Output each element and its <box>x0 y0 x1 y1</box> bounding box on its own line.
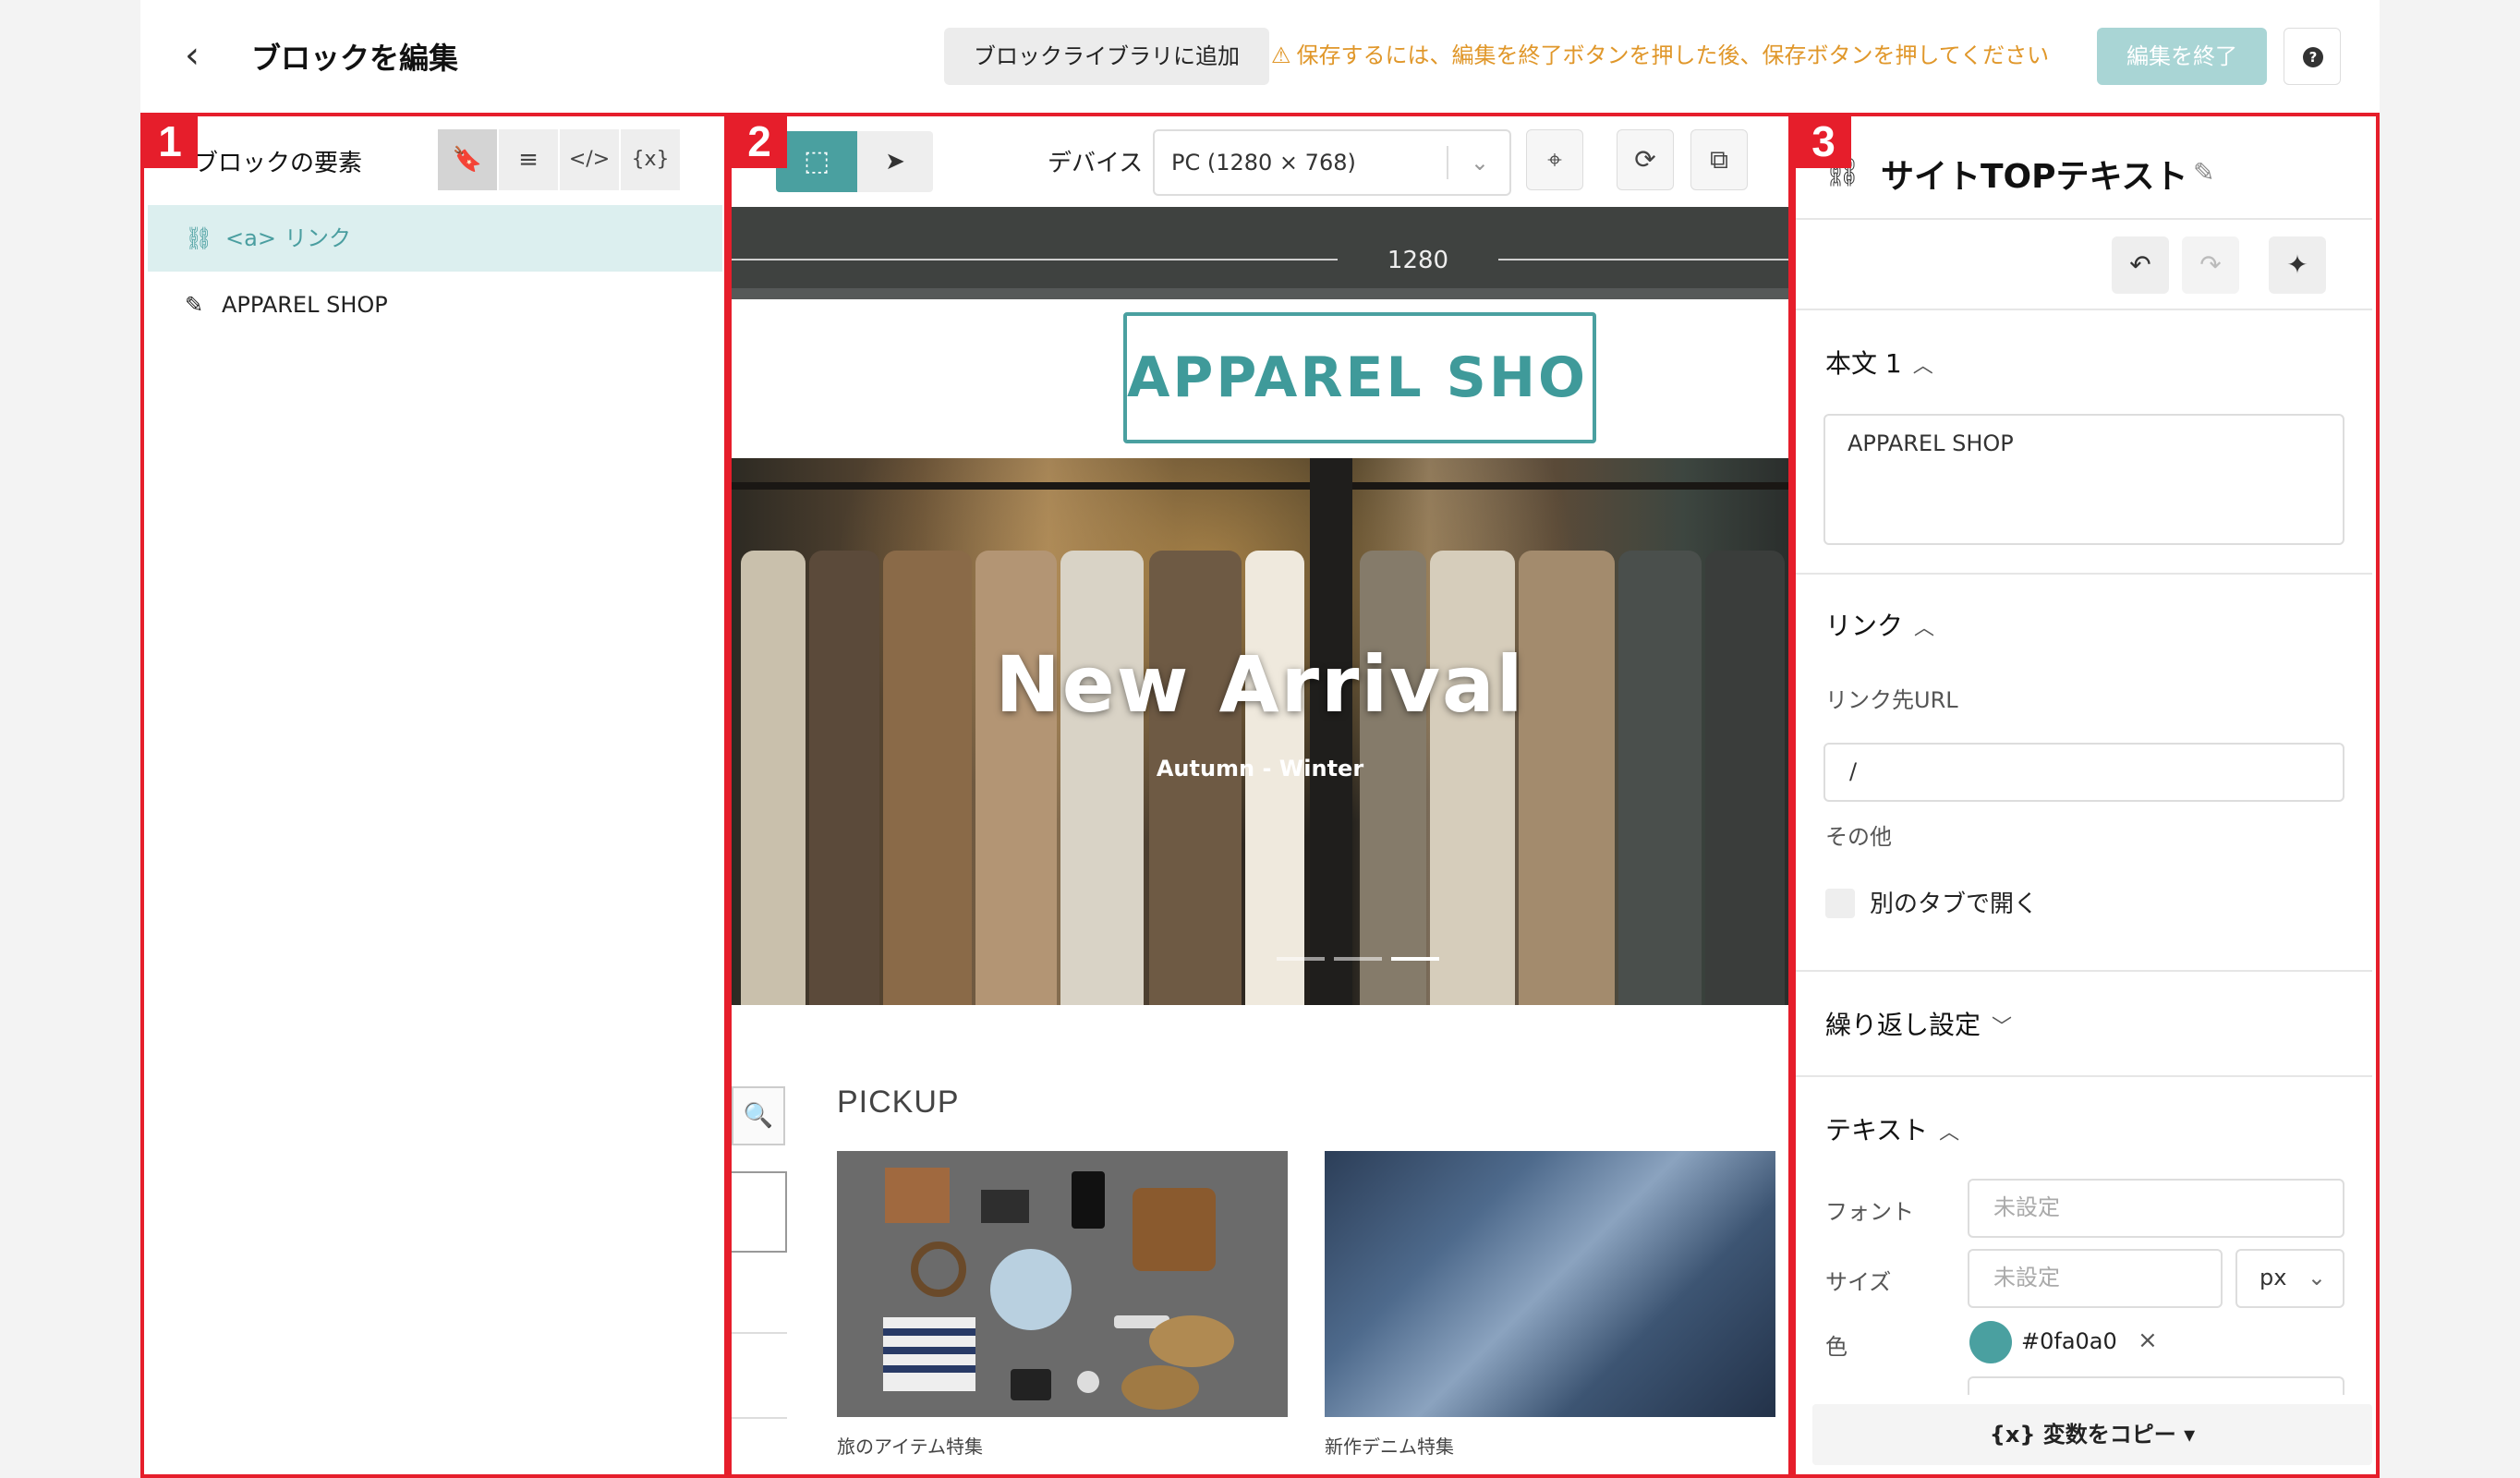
element-view-toolbar: 🔖 ≡ </> {x} <box>438 129 682 190</box>
variable-icon[interactable]: {x} <box>621 129 682 190</box>
panel-2-outline <box>728 113 1792 1478</box>
element-label: リンク <box>285 225 351 251</box>
warning-text: 保存するには、編集を終了ボタンを押した後、保存ボタンを押してください <box>1296 42 2050 68</box>
help-button[interactable]: ? <box>2284 28 2341 85</box>
page-title: ブロックを編集 <box>251 41 459 76</box>
save-warning: ⚠ 保存するには、編集を終了ボタンを押した後、保存ボタンを押してください <box>1271 39 2049 72</box>
help-icon: ? <box>2303 47 2323 67</box>
finish-editing-button[interactable]: 編集を終了 <box>2097 28 2267 85</box>
marker-2: 2 <box>732 115 787 168</box>
link-icon: ⛓ <box>185 225 213 251</box>
panel-3-outline <box>1792 113 2380 1478</box>
element-tag: <a> <box>225 225 276 251</box>
marker-1: 1 <box>142 115 198 168</box>
panel1-title: ブロックの要素 <box>194 150 363 177</box>
element-row-text[interactable]: ✎ APPAREL SHOP <box>148 272 722 338</box>
list-icon[interactable]: ≡ <box>499 129 560 190</box>
add-to-library-button[interactable]: ブロックライブラリに追加 <box>944 28 1269 85</box>
code-icon[interactable]: </> <box>560 129 621 190</box>
warning-icon: ⚠ <box>1271 42 1291 68</box>
element-label: APPAREL SHOP <box>222 292 388 318</box>
bookmark-icon[interactable]: 🔖 <box>438 129 499 190</box>
back-button[interactable]: ‹ <box>185 37 211 74</box>
element-row-link[interactable]: ⛓ <a> リンク <box>148 205 722 272</box>
pencil-icon: ✎ <box>185 292 204 318</box>
marker-3: 3 <box>1796 115 1851 168</box>
